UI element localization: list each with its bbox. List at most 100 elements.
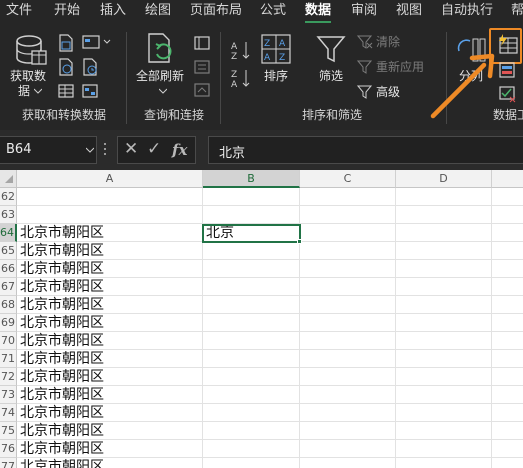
properties-icon[interactable] [194,60,210,74]
column-header-d[interactable]: D [396,170,492,188]
reapply-icon [357,60,373,74]
cell-a[interactable]: 北京市朝阳区 [17,458,202,468]
edit-links-icon[interactable] [194,83,210,97]
tab-data[interactable]: 数据 [305,3,331,19]
cell-b[interactable] [203,260,299,278]
remove-duplicates-icon[interactable] [498,61,518,79]
cell-b[interactable] [203,458,299,468]
cell-a[interactable]: 北京市朝阳区 [17,440,202,458]
row-header[interactable]: 68 [0,296,17,314]
group-label-get-transform: 获取和转换数据 [22,108,107,122]
row-header[interactable]: 70 [0,332,17,350]
tab-review[interactable]: 审阅 [351,3,377,19]
row-header[interactable]: 62 [0,188,17,206]
from-table-icon[interactable] [58,83,74,99]
grid-line [491,188,492,468]
tab-file[interactable]: 文件 [6,3,32,19]
cell-a[interactable]: 北京市朝阳区 [17,368,202,386]
sort-a-z-icon[interactable]: A Z [230,40,252,60]
cell-a[interactable]: 北京市朝阳区 [17,332,202,350]
row-header[interactable]: 77 [0,458,17,468]
from-web-icon[interactable] [58,58,74,76]
queries-connections-icon[interactable] [194,36,210,50]
active-cell-border [202,224,301,243]
row-header[interactable]: 67 [0,278,17,296]
existing-data-icon[interactable] [82,83,100,99]
formula-bar-resize-handle[interactable] [104,143,107,157]
formula-bar-buttons: ✕ ✓ fx [117,136,196,164]
svg-text:A: A [264,53,271,63]
worksheet-grid: A B C D 62 63 64 北京市朝阳区 北京 65 北京市朝阳区 66 北京市朝阳区 67… [0,170,523,468]
tab-draw[interactable]: 绘图 [145,3,171,19]
cell-b[interactable] [203,242,299,260]
cell-a[interactable]: 北京市朝阳区 [17,278,202,296]
column-header-b[interactable]: B [203,170,300,188]
filter-label: 筛选 [319,69,344,83]
cancel-icon[interactable]: ✕ [124,139,138,159]
data-validation-icon[interactable] [498,85,518,103]
cell-b[interactable] [203,440,299,458]
cell-a[interactable]: 北京市朝阳区 [17,296,202,314]
from-text-icon[interactable] [58,34,74,52]
cell-b[interactable] [203,350,299,368]
tab-formulas[interactable]: 公式 [260,3,286,19]
tab-view[interactable]: 视图 [396,3,422,19]
cell-b[interactable] [203,404,299,422]
tab-automate[interactable]: 自动执行 [441,3,493,19]
refresh-all-label: 全部刷新 [136,69,185,83]
cell-b[interactable] [203,422,299,440]
cell-b[interactable] [203,278,299,296]
row-header[interactable]: 73 [0,386,17,404]
cell-b[interactable] [203,296,299,314]
row-header[interactable]: 72 [0,368,17,386]
active-tab-indicator [305,21,331,23]
tab-insert[interactable]: 插入 [100,3,126,19]
insert-function-button[interactable]: fx [172,141,187,159]
row-header[interactable]: 76 [0,440,17,458]
group-label-queries: 查询和连接 [144,108,205,122]
tab-home[interactable]: 开始 [54,3,80,19]
row-header[interactable]: 66 [0,260,17,278]
recent-sources-icon[interactable] [82,58,100,76]
row-header[interactable]: 64 [0,224,17,242]
cell-a[interactable]: 北京市朝阳区 [17,260,202,278]
row-header[interactable]: 75 [0,422,17,440]
tab-help[interactable]: 帮 [511,3,523,19]
row-header[interactable]: 65 [0,242,17,260]
row-header[interactable]: 63 [0,206,17,224]
chevron-down-icon[interactable] [86,147,94,153]
sort-z-a-icon[interactable]: Z A [230,68,252,88]
cell-a[interactable]: 北京市朝阳区 [17,422,202,440]
formula-input[interactable]: 北京 [208,136,523,164]
cell-a[interactable]: 北京市朝阳区 [17,350,202,368]
cell-b[interactable] [203,386,299,404]
group-label-sort-filter: 排序和筛选 [302,108,363,122]
row-header[interactable]: 69 [0,314,17,332]
cell-b[interactable] [203,332,299,350]
row-header[interactable]: 74 [0,404,17,422]
row-header[interactable]: 71 [0,350,17,368]
cell-a[interactable] [17,206,202,224]
cell-b[interactable] [203,188,299,206]
column-header-e[interactable] [492,170,523,188]
cell-a[interactable]: 北京市朝阳区 [17,242,202,260]
fill-handle[interactable] [297,239,302,244]
existing-connections-icon[interactable] [82,35,112,49]
svg-text:Z: Z [231,52,237,60]
cell-b[interactable] [203,314,299,332]
enter-check-icon[interactable]: ✓ [147,139,161,159]
group-divider [220,32,221,124]
column-header-c[interactable]: C [300,170,396,188]
name-box[interactable]: B64 [0,136,97,164]
cell-a[interactable]: 北京市朝阳区 [17,386,202,404]
cell-a[interactable]: 北京市朝阳区 [17,404,202,422]
get-data-label: 获取数 [10,69,47,83]
select-all-button[interactable] [0,170,17,188]
column-header-a[interactable]: A [17,170,203,188]
cell-a[interactable]: 北京市朝阳区 [17,224,202,242]
tab-page-layout[interactable]: 页面布局 [190,3,242,19]
cell-a[interactable]: 北京市朝阳区 [17,314,202,332]
cell-b[interactable] [203,368,299,386]
cell-b[interactable] [203,206,299,224]
cell-a[interactable] [17,188,202,206]
